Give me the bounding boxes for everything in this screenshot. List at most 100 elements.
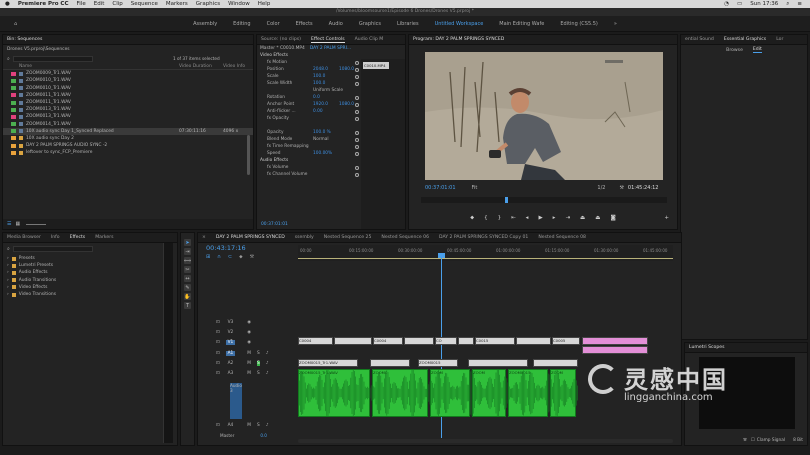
go-to-out-icon[interactable]: ⇥: [565, 215, 570, 221]
selection-tool-icon[interactable]: ➤: [184, 239, 191, 246]
reset-icon[interactable]: [355, 144, 359, 149]
tab-seq-3[interactable]: Nested Sequence 06: [381, 235, 429, 240]
chevron-right-icon[interactable]: ›: [7, 292, 9, 297]
eye-icon[interactable]: ◉: [247, 330, 251, 335]
mute-icon[interactable]: M: [247, 361, 251, 366]
mic-icon[interactable]: ♪: [266, 361, 269, 366]
effects-search-input[interactable]: [12, 246, 93, 252]
lock-icon[interactable]: ⊡: [216, 351, 220, 356]
lock-icon[interactable]: ⊡: [216, 423, 220, 428]
timeline-scrollbar[interactable]: [298, 439, 673, 443]
mic-icon[interactable]: ♪: [266, 371, 269, 376]
ec-property-row[interactable]: fx Time Remapping: [257, 143, 361, 150]
chevron-right-icon[interactable]: ›: [7, 285, 9, 290]
video-clip[interactable]: [582, 346, 648, 354]
ec-value[interactable]: 100.0: [313, 81, 325, 86]
track-name[interactable]: V3: [226, 320, 236, 325]
menu-markers[interactable]: Markers: [166, 1, 188, 7]
ec-property-row[interactable]: Opacity 100.0 %: [257, 129, 361, 136]
ec-property-row[interactable]: Rotation 0.0: [257, 94, 361, 101]
menu-graphics[interactable]: Graphics: [196, 1, 220, 7]
ec-property-row[interactable]: fx Channel Volume: [257, 171, 361, 178]
label-color-swatch[interactable]: [11, 78, 16, 83]
eye-icon[interactable]: ◉: [247, 320, 251, 325]
export-frame-icon[interactable]: ◙: [610, 215, 615, 221]
tab-seq-1[interactable]: ssembly: [295, 235, 314, 240]
linked-select-icon[interactable]: ⊂: [228, 254, 232, 260]
reset-icon[interactable]: [355, 60, 359, 65]
program-title[interactable]: Program: DAY 2 PALM SPRINGS SYNCED: [413, 37, 504, 42]
reset-icon[interactable]: [355, 137, 359, 142]
ec-value[interactable]: 100.00%: [313, 151, 332, 156]
chevron-right-icon[interactable]: ›: [7, 263, 9, 268]
video-clip[interactable]: C0005: [552, 337, 580, 345]
ec-property-row[interactable]: Speed 100.00%: [257, 150, 361, 157]
lock-icon[interactable]: ⊡: [216, 340, 220, 345]
workspace-audio[interactable]: Audio: [329, 21, 343, 27]
track-name[interactable]: A4: [226, 423, 236, 428]
video-clip[interactable]: [370, 359, 410, 367]
list-item[interactable]: ZOOM0011_Tr1.WAV: [3, 92, 253, 99]
effects-folder[interactable]: › Audio Transitions: [3, 277, 177, 284]
video-clip[interactable]: [516, 337, 551, 345]
tab-bin-sequences[interactable]: Bin: Sequences: [7, 37, 42, 42]
playhead-handle[interactable]: [438, 253, 445, 258]
label-color-swatch[interactable]: [11, 114, 16, 119]
search-icon[interactable]: ⌕: [786, 1, 789, 8]
list-view-icon[interactable]: ☰: [7, 221, 11, 227]
workspace-editing-cs55[interactable]: Editing (CS5.5): [560, 21, 598, 27]
video-clip[interactable]: C0015: [475, 337, 515, 345]
mark-in-icon[interactable]: {: [484, 215, 488, 221]
track-header[interactable]: ⊡ V3 ◉: [212, 318, 298, 327]
ec-value-2[interactable]: 1080.0: [339, 67, 354, 72]
bit-depth-select[interactable]: 8 Bit: [793, 438, 803, 443]
list-item[interactable]: ZOOM0013_Tr1.WAV: [3, 106, 253, 113]
add-marker-icon[interactable]: ⬥: [239, 254, 243, 260]
wrench-icon[interactable]: ⚒: [619, 185, 623, 191]
ec-value-2[interactable]: 1080.0: [339, 102, 354, 107]
menu-window[interactable]: Window: [228, 1, 250, 7]
effects-folder[interactable]: › Presets: [3, 255, 177, 262]
menu-file[interactable]: File: [77, 1, 86, 7]
apple-icon[interactable]: ●: [5, 1, 10, 7]
tab-media-browser[interactable]: Media Browser: [7, 235, 41, 240]
ec-master[interactable]: Master * C0010.MP4: [260, 46, 305, 51]
program-video-frame[interactable]: [425, 52, 663, 180]
tab-lor[interactable]: Lor: [776, 37, 783, 42]
close-icon[interactable]: ×: [202, 235, 206, 240]
reset-icon[interactable]: [355, 102, 359, 107]
reset-icon[interactable]: [355, 116, 359, 121]
reset-icon[interactable]: [355, 74, 359, 79]
reset-icon[interactable]: [355, 165, 359, 170]
menu-sequence[interactable]: Sequence: [131, 1, 158, 7]
list-item[interactable]: leftover to sync_FCP_Premiere: [3, 149, 253, 156]
clamp-signal-checkbox[interactable]: ☐: [751, 438, 755, 443]
wrench-icon[interactable]: ⚒: [743, 438, 747, 443]
effects-folder[interactable]: › Video Transitions: [3, 291, 177, 298]
track-header[interactable]: ⊡ V2 ◉: [212, 328, 298, 337]
ec-value[interactable]: 0.00: [313, 109, 323, 114]
label-color-swatch[interactable]: [11, 150, 16, 155]
chevron-right-icon[interactable]: ›: [7, 278, 9, 283]
ec-property-row[interactable]: [257, 122, 361, 129]
workspace-main-editing[interactable]: Main Editing Wafe: [499, 21, 544, 27]
step-forward-icon[interactable]: ▸: [553, 215, 556, 221]
workspace-color[interactable]: Color: [267, 21, 280, 27]
ec-value[interactable]: 100.0: [313, 74, 325, 79]
track-name[interactable]: A1: [225, 350, 236, 356]
reset-icon[interactable]: [355, 130, 359, 135]
lock-icon[interactable]: ⊡: [216, 361, 220, 366]
ec-property-row[interactable]: fx Volume: [257, 164, 361, 171]
list-item[interactable]: ZOOM0010_Tr1.WAV: [3, 77, 253, 84]
add-button-icon[interactable]: +: [664, 215, 669, 221]
list-item[interactable]: 10X audio sync Day 1_Synced Replaced 07:3…: [3, 127, 253, 135]
tab-source[interactable]: Source: (no clips): [261, 37, 301, 42]
ec-property-row[interactable]: Uniform Scale: [257, 87, 361, 94]
ec-value[interactable]: 100.0 %: [313, 130, 331, 135]
snap-icon[interactable]: ∩: [217, 254, 221, 260]
lock-icon[interactable]: ⊡: [216, 371, 220, 376]
video-clip[interactable]: [404, 337, 434, 345]
video-clip[interactable]: [582, 337, 648, 345]
track-select-icon[interactable]: ⇥: [184, 248, 191, 255]
go-to-in-icon[interactable]: ⇤: [511, 215, 516, 221]
